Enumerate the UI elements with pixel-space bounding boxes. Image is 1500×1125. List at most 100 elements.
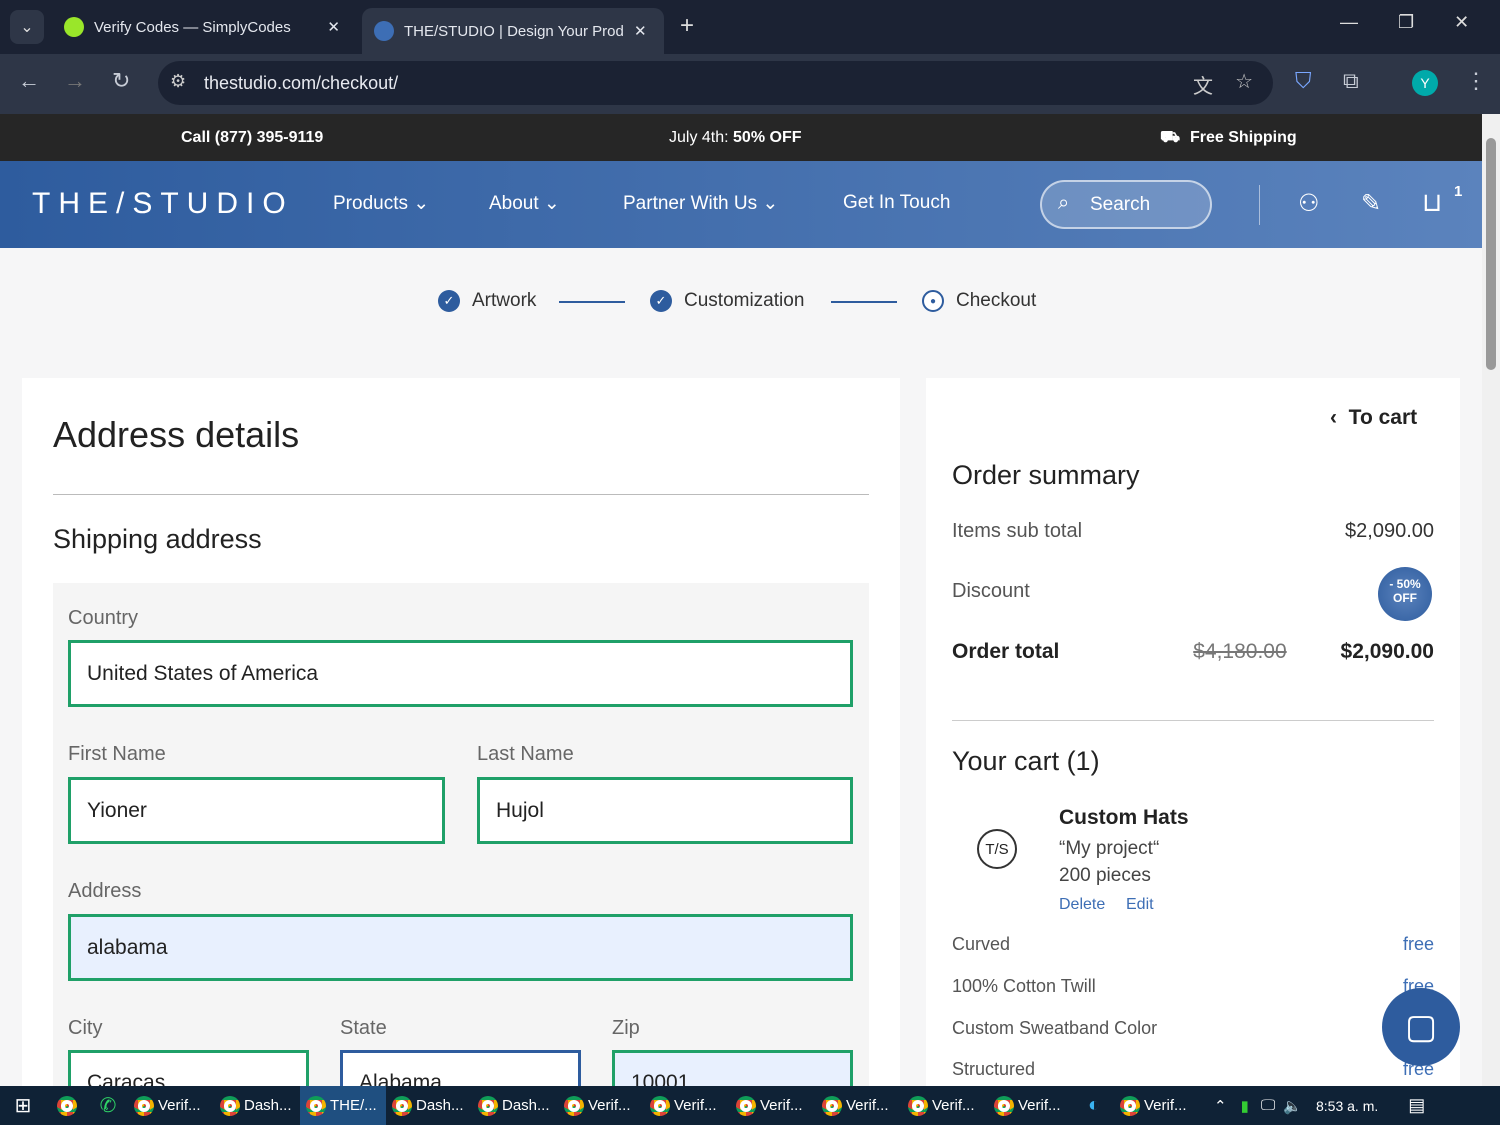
address-bar[interactable]: ⚙ thestudio.com/checkout/ 文 ☆ xyxy=(158,61,1273,105)
shipping-heading: Shipping address xyxy=(53,524,262,554)
close-tab-icon[interactable]: ✕ xyxy=(634,22,647,40)
step-checkout: ● Checkout xyxy=(922,290,1036,312)
address-label: Address xyxy=(68,880,142,902)
shipping-form: Country United States of America First N… xyxy=(53,583,869,1117)
scrollbar[interactable] xyxy=(1482,114,1500,1086)
menu-icon[interactable]: ⋮ xyxy=(1465,68,1487,94)
forward-icon[interactable]: → xyxy=(64,68,86,94)
scrollbar-thumb[interactable] xyxy=(1486,138,1496,370)
taskbar-item[interactable]: Dash... xyxy=(386,1086,472,1125)
network-icon[interactable]: 🖵 xyxy=(1261,1097,1275,1114)
quantity: 200 pieces xyxy=(1059,865,1151,886)
first-name-input[interactable]: Yioner xyxy=(68,777,445,844)
divider xyxy=(1259,185,1260,225)
close-window-button[interactable]: ✕ xyxy=(1454,12,1469,33)
tab-thestudio[interactable]: THE/STUDIO | Design Your Prod ✕ xyxy=(362,8,664,54)
edit-icon[interactable]: ✎ xyxy=(1361,189,1381,218)
start-icon[interactable]: ⊞ xyxy=(0,1093,46,1118)
divider xyxy=(952,720,1434,721)
nav-get-in-touch[interactable]: Get In Touch xyxy=(843,192,950,214)
back-icon[interactable]: ← xyxy=(18,68,40,94)
cart-count-badge: 1 xyxy=(1454,183,1463,200)
bitwarden-icon[interactable]: ⛉ xyxy=(1295,68,1312,94)
tray-app-icon[interactable]: ▮ xyxy=(1241,1097,1249,1115)
address-card: Address details Shipping address Country… xyxy=(22,378,900,1117)
clock[interactable]: 8:53 a. m. xyxy=(1316,1098,1378,1114)
chrome-icon[interactable] xyxy=(46,1095,88,1116)
taskbar-item[interactable]: Verif... xyxy=(730,1086,816,1125)
simplycodes-icon xyxy=(64,17,84,37)
chat-icon: ▢ xyxy=(1404,1008,1438,1046)
delete-link[interactable]: Delete xyxy=(1059,896,1105,914)
edge-icon[interactable]: ◐ xyxy=(1074,1094,1114,1117)
minimize-button[interactable]: — xyxy=(1340,12,1358,33)
step-artwork: ✓ Artwork xyxy=(438,290,536,312)
taskbar-item[interactable]: Verif... xyxy=(1114,1086,1200,1125)
taskbar-item[interactable]: Verif... xyxy=(128,1086,214,1125)
close-tab-icon[interactable]: ✕ xyxy=(327,18,340,36)
site-header: THE/STUDIO Products ⌄ About ⌄ Partner Wi… xyxy=(0,161,1482,248)
taskbar-item[interactable]: Verif... xyxy=(816,1086,902,1125)
check-icon: ✓ xyxy=(650,290,672,312)
restore-button[interactable]: ❐ xyxy=(1398,12,1414,33)
option-row: Structured free xyxy=(952,1059,1434,1079)
cart-icon[interactable]: ⊔ xyxy=(1422,187,1442,218)
whatsapp-icon[interactable]: ✆ xyxy=(88,1093,128,1118)
option-row: 100% Cotton Twill free xyxy=(952,976,1434,996)
option-row: Custom Sweatband Colorfree xyxy=(952,1018,1434,1038)
profile-avatar[interactable]: Y xyxy=(1412,70,1438,96)
taskbar-item[interactable]: Verif... xyxy=(988,1086,1074,1125)
translate-icon[interactable]: 文 xyxy=(1193,70,1213,99)
logo[interactable]: THE/STUDIO xyxy=(32,187,294,221)
nav-about[interactable]: About ⌄ xyxy=(489,192,560,215)
edit-link[interactable]: Edit xyxy=(1126,896,1154,914)
chat-button[interactable]: ▢ xyxy=(1382,988,1460,1066)
new-tab-button[interactable]: + xyxy=(680,12,694,40)
truck-icon: ⛟ xyxy=(1160,129,1181,146)
promo-bar: Call (877) 395-9119 July 4th: 50% OFF ⛟ … xyxy=(0,114,1482,161)
sale-text: July 4th: 50% OFF xyxy=(669,129,802,146)
order-total-row: Order total $4,180.00 $2,090.00 xyxy=(952,640,1434,663)
taskbar-item[interactable]: Verif... xyxy=(902,1086,988,1125)
bookmark-star-icon[interactable]: ☆ xyxy=(1235,69,1253,94)
extensions-icon[interactable]: ⧉ xyxy=(1343,68,1359,94)
check-icon: ✓ xyxy=(438,290,460,312)
address-input[interactable]: alabama xyxy=(68,914,853,981)
taskbar-item[interactable]: THE/... xyxy=(300,1086,386,1125)
city-label: City xyxy=(68,1017,103,1039)
project-name: “My project“ xyxy=(1059,838,1160,859)
last-name-input[interactable]: Hujol xyxy=(477,777,853,844)
to-cart-link[interactable]: ‹ To cart xyxy=(1330,406,1417,430)
taskbar-item[interactable]: Dash... xyxy=(472,1086,558,1125)
taskbar-item[interactable]: Dash... xyxy=(214,1086,300,1125)
step-connector xyxy=(831,301,897,303)
zip-label: Zip xyxy=(612,1017,640,1039)
option-row: Curved free xyxy=(952,934,1434,954)
tab-search-button[interactable]: ⌄ xyxy=(10,10,44,44)
nav-partner[interactable]: Partner With Us ⌄ xyxy=(623,192,778,215)
country-select[interactable]: United States of America xyxy=(68,640,853,707)
search-input[interactable]: ⌕ Search xyxy=(1040,180,1212,229)
discount-row: Discount xyxy=(952,580,1030,602)
nav-products[interactable]: Products ⌄ xyxy=(333,192,429,215)
account-icon[interactable]: ⚇ xyxy=(1298,189,1320,218)
taskbar-item[interactable]: Verif... xyxy=(644,1086,730,1125)
tab-simplycodes[interactable]: Verify Codes — SimplyCodes ✕ xyxy=(52,8,352,46)
product-thumbnail: T/S xyxy=(977,829,1017,869)
free-shipping-text: Free Shipping xyxy=(1190,129,1297,146)
step-customization: ✓ Customization xyxy=(650,290,804,312)
phone-link[interactable]: Call (877) 395-9119 xyxy=(181,129,323,147)
search-icon: ⌕ xyxy=(1058,192,1070,214)
discount-badge: - 50% OFF xyxy=(1378,567,1432,621)
cart-title: Your cart (1) xyxy=(952,746,1100,776)
notifications-icon[interactable]: ▤ xyxy=(1408,1095,1425,1116)
site-info-icon[interactable]: ⚙ xyxy=(170,71,186,92)
volume-icon[interactable]: 🔈 xyxy=(1283,1097,1302,1115)
subtotal-row: Items sub total $2,090.00 xyxy=(952,520,1434,542)
thestudio-icon xyxy=(374,21,394,41)
tray-chevron-icon[interactable]: ⌃ xyxy=(1214,1097,1227,1115)
taskbar-item[interactable]: Verif... xyxy=(558,1086,644,1125)
reload-icon[interactable]: ↻ xyxy=(112,68,130,94)
last-name-label: Last Name xyxy=(477,743,574,765)
step-connector xyxy=(559,301,625,303)
